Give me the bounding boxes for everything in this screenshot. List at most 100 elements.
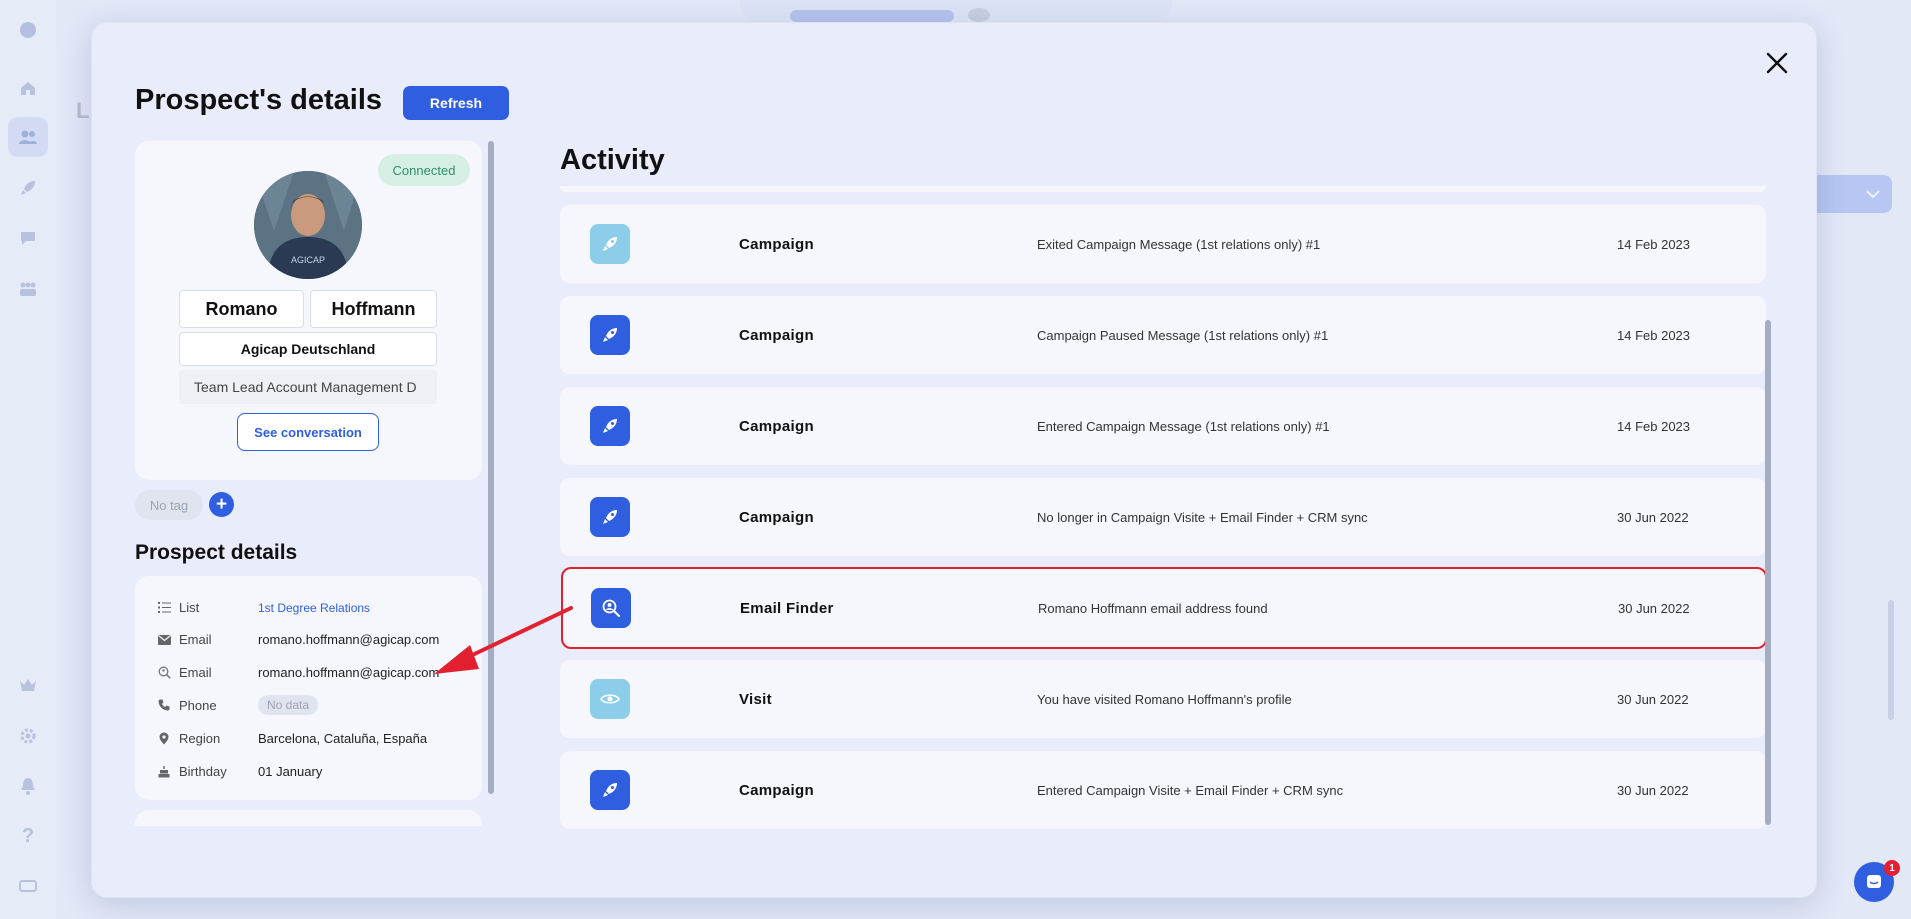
region-value: Barcelona, Cataluña, España	[258, 731, 428, 746]
activity-row-peek	[560, 186, 1766, 192]
activity-type: Campaign	[739, 326, 814, 344]
activity-row[interactable]: Campaign Campaign Paused Message (1st re…	[560, 296, 1766, 374]
left-panel-scrollbar[interactable]	[488, 141, 494, 794]
messages-icon[interactable]	[16, 226, 40, 250]
rocket-icon	[603, 783, 617, 797]
activity-type: Campaign	[739, 235, 814, 253]
no-data-chip: No data	[258, 695, 319, 715]
last-name-field[interactable]: Hoffmann	[310, 290, 437, 328]
activity-icon-badge	[590, 770, 630, 810]
detail-row-list: List 1st Degree Relations	[157, 600, 370, 615]
phone-icon	[157, 698, 171, 712]
svg-text:AGICAP: AGICAP	[291, 255, 325, 265]
activity-icon-badge	[591, 588, 631, 628]
activity-description: You have visited Romano Hoffmann's profi…	[1037, 691, 1292, 707]
activity-row[interactable]: Campaign Entered Campaign Visite + Email…	[560, 751, 1766, 829]
activity-description: Entered Campaign Visite + Email Finder +…	[1037, 782, 1344, 798]
chat-icon	[1867, 875, 1881, 888]
close-icon	[1766, 52, 1788, 74]
activity-date: 30 Jun 2022	[1618, 600, 1690, 616]
prospect-details-heading: Prospect details	[135, 541, 298, 564]
activity-description: Romano Hoffmann email address found	[1038, 600, 1268, 616]
activity-scrollbar[interactable]	[1765, 320, 1771, 825]
rocket-icon	[603, 328, 617, 342]
list-link[interactable]: 1st Degree Relations	[258, 601, 370, 615]
activity-icon-badge	[590, 315, 630, 355]
detail-row-email: Email romano.hoffmann@agicap.com	[157, 632, 439, 647]
activity-description: Entered Campaign Message (1st relations …	[1037, 418, 1330, 434]
add-tag-button[interactable]: +	[209, 492, 234, 517]
see-conversation-button[interactable]: See conversation	[237, 413, 379, 451]
activity-type: Campaign	[739, 508, 814, 526]
email-value[interactable]: romano.hoffmann@agicap.com	[258, 632, 439, 647]
email-finder-icon	[602, 599, 621, 618]
detail-label: List	[179, 600, 200, 615]
activity-date: 14 Feb 2023	[1617, 418, 1691, 434]
no-tag-chip: No tag	[135, 490, 203, 520]
activity-description: Campaign Paused Message (1st relations o…	[1037, 327, 1329, 343]
app-sidebar: ?	[0, 0, 56, 919]
found-email-value[interactable]: romano.hoffmann@agicap.com	[258, 665, 439, 680]
activity-date: 30 Jun 2022	[1617, 782, 1689, 798]
home-icon[interactable]	[16, 76, 40, 100]
activity-date: 30 Jun 2022	[1617, 691, 1689, 707]
background-scrollbar	[1888, 600, 1894, 720]
next-card-peek	[135, 810, 482, 826]
notification-badge: 1	[1884, 860, 1900, 876]
location-pin-icon	[157, 732, 171, 746]
activity-date: 14 Feb 2023	[1617, 236, 1691, 252]
activity-row[interactable]: Campaign No longer in Campaign Visite + …	[560, 478, 1766, 556]
first-name-field[interactable]: Romano	[179, 290, 304, 328]
rocket-icon	[603, 419, 617, 433]
logo-icon[interactable]	[16, 18, 40, 42]
envelope-icon	[157, 633, 171, 647]
job-title-field[interactable]: Team Lead Account Management D	[179, 370, 437, 404]
activity-list: Campaign Exited Campaign Message (1st re…	[560, 205, 1767, 829]
activity-row[interactable]: Campaign Entered Campaign Message (1st r…	[560, 387, 1766, 465]
contacts-icon[interactable]	[8, 117, 48, 157]
detail-row-region: Region Barcelona, Cataluña, España	[157, 731, 427, 746]
close-button[interactable]	[1760, 46, 1794, 80]
company-field[interactable]: Agicap Deutschland	[179, 332, 437, 366]
activity-date: 14 Feb 2023	[1617, 327, 1691, 343]
activity-type: Email Finder	[740, 599, 834, 617]
avatar: AGICAP	[254, 171, 362, 279]
eye-icon	[600, 694, 620, 704]
activity-icon-badge	[590, 679, 630, 719]
background-start-button	[790, 10, 954, 22]
email-finder-icon	[157, 666, 171, 680]
refresh-button[interactable]: Refresh	[403, 86, 509, 120]
bell-icon[interactable]	[16, 774, 40, 798]
background-user-avatar	[968, 8, 990, 22]
detail-label: Email	[179, 632, 212, 647]
detail-label: Phone	[179, 697, 217, 713]
detail-label: Email	[179, 665, 212, 680]
detail-label: Birthday	[179, 764, 227, 779]
rocket-icon	[603, 510, 617, 524]
activity-type: Visit	[739, 690, 772, 708]
activity-type: Campaign	[739, 781, 814, 799]
list-icon	[157, 601, 171, 615]
campaign-rocket-icon[interactable]	[16, 176, 40, 200]
activity-row[interactable]: Visit You have visited Romano Hoffmann's…	[560, 660, 1766, 738]
detail-row-found-email: Email romano.hoffmann@agicap.com	[157, 665, 439, 680]
activity-type: Campaign	[739, 417, 814, 435]
chevron-down-icon	[1866, 190, 1880, 199]
activity-icon-badge	[590, 224, 630, 264]
rocket-icon	[603, 237, 617, 251]
background-heading-fragment: L	[76, 98, 90, 123]
detail-label: Region	[179, 731, 221, 746]
crown-icon[interactable]	[16, 673, 40, 697]
activity-description: No longer in Campaign Visite + Email Fin…	[1037, 509, 1368, 525]
keyboard-icon[interactable]	[16, 874, 40, 898]
help-icon[interactable]: ?	[16, 824, 40, 848]
modal-title: Prospect's details	[135, 84, 383, 116]
cake-icon	[157, 765, 171, 779]
activity-heading: Activity	[560, 144, 665, 176]
activity-row-highlighted[interactable]: Email Finder Romano Hoffmann email addre…	[561, 567, 1767, 649]
settings-gear-icon[interactable]	[16, 724, 40, 748]
activity-description: Exited Campaign Message (1st relations o…	[1037, 236, 1321, 252]
connection-status-badge: Connected	[378, 154, 470, 186]
activity-row[interactable]: Campaign Exited Campaign Message (1st re…	[560, 205, 1766, 283]
team-icon[interactable]	[16, 277, 40, 301]
